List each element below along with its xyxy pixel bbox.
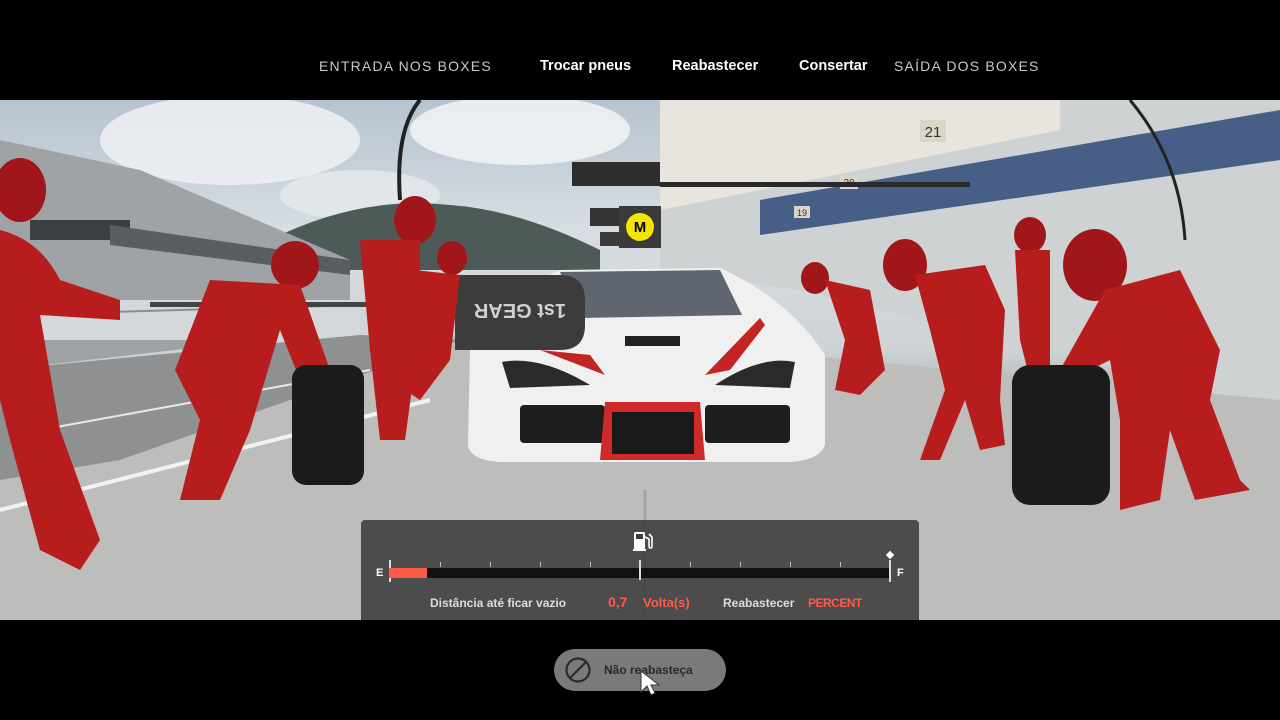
distance-label: Distância até ficar vazio (430, 596, 567, 610)
fuel-pump-icon (633, 532, 653, 551)
gauge-empty-label: E (376, 567, 384, 579)
menu-change-tyres[interactable]: Trocar pneus (540, 58, 631, 74)
gauge-tick (540, 562, 541, 567)
pit-menu-bar: ENTRADA NOS BOXES Trocar pneus Reabastec… (0, 0, 1280, 100)
distance-unit: Volta(s) (643, 595, 690, 610)
gauge-tick (490, 562, 491, 567)
gauge-tick (790, 562, 791, 567)
refuel-amount-label: Reabastecer (723, 596, 795, 610)
menu-refuel[interactable]: Reabastecer (672, 58, 758, 74)
gauge-end-edge (889, 560, 891, 582)
pit-number: 21 (925, 124, 942, 141)
gear-board-text: 1st GEAR (473, 299, 566, 321)
gauge-tick (590, 562, 591, 567)
gauge-tick (690, 562, 691, 567)
marker-letter: M (626, 213, 654, 241)
garage-number-19: 19 (797, 208, 807, 218)
menu-step-pit-exit[interactable]: SAÍDA DOS BOXES (894, 58, 1040, 74)
refuel-panel: E F Distância até ficar vazio 0,7 Volta(… (361, 520, 919, 620)
prohibited-icon (565, 657, 591, 683)
menu-repair[interactable]: Consertar (799, 58, 868, 74)
mouse-cursor-icon (640, 670, 661, 696)
menu-step-pit-entry[interactable]: ENTRADA NOS BOXES (319, 58, 492, 74)
map-marker-badge: M (619, 206, 661, 248)
refuel-mode-value[interactable]: PERCENT (808, 596, 862, 610)
gauge-tick (840, 562, 841, 567)
fuel-level-fill (389, 568, 427, 578)
refuel-target-marker[interactable] (885, 550, 895, 560)
distance-value: 0,7 (608, 594, 628, 610)
gauge-tick (740, 562, 741, 567)
gauge-full-label: F (897, 567, 904, 579)
gauge-mid-tick (639, 560, 641, 580)
gauge-tick (440, 562, 441, 567)
